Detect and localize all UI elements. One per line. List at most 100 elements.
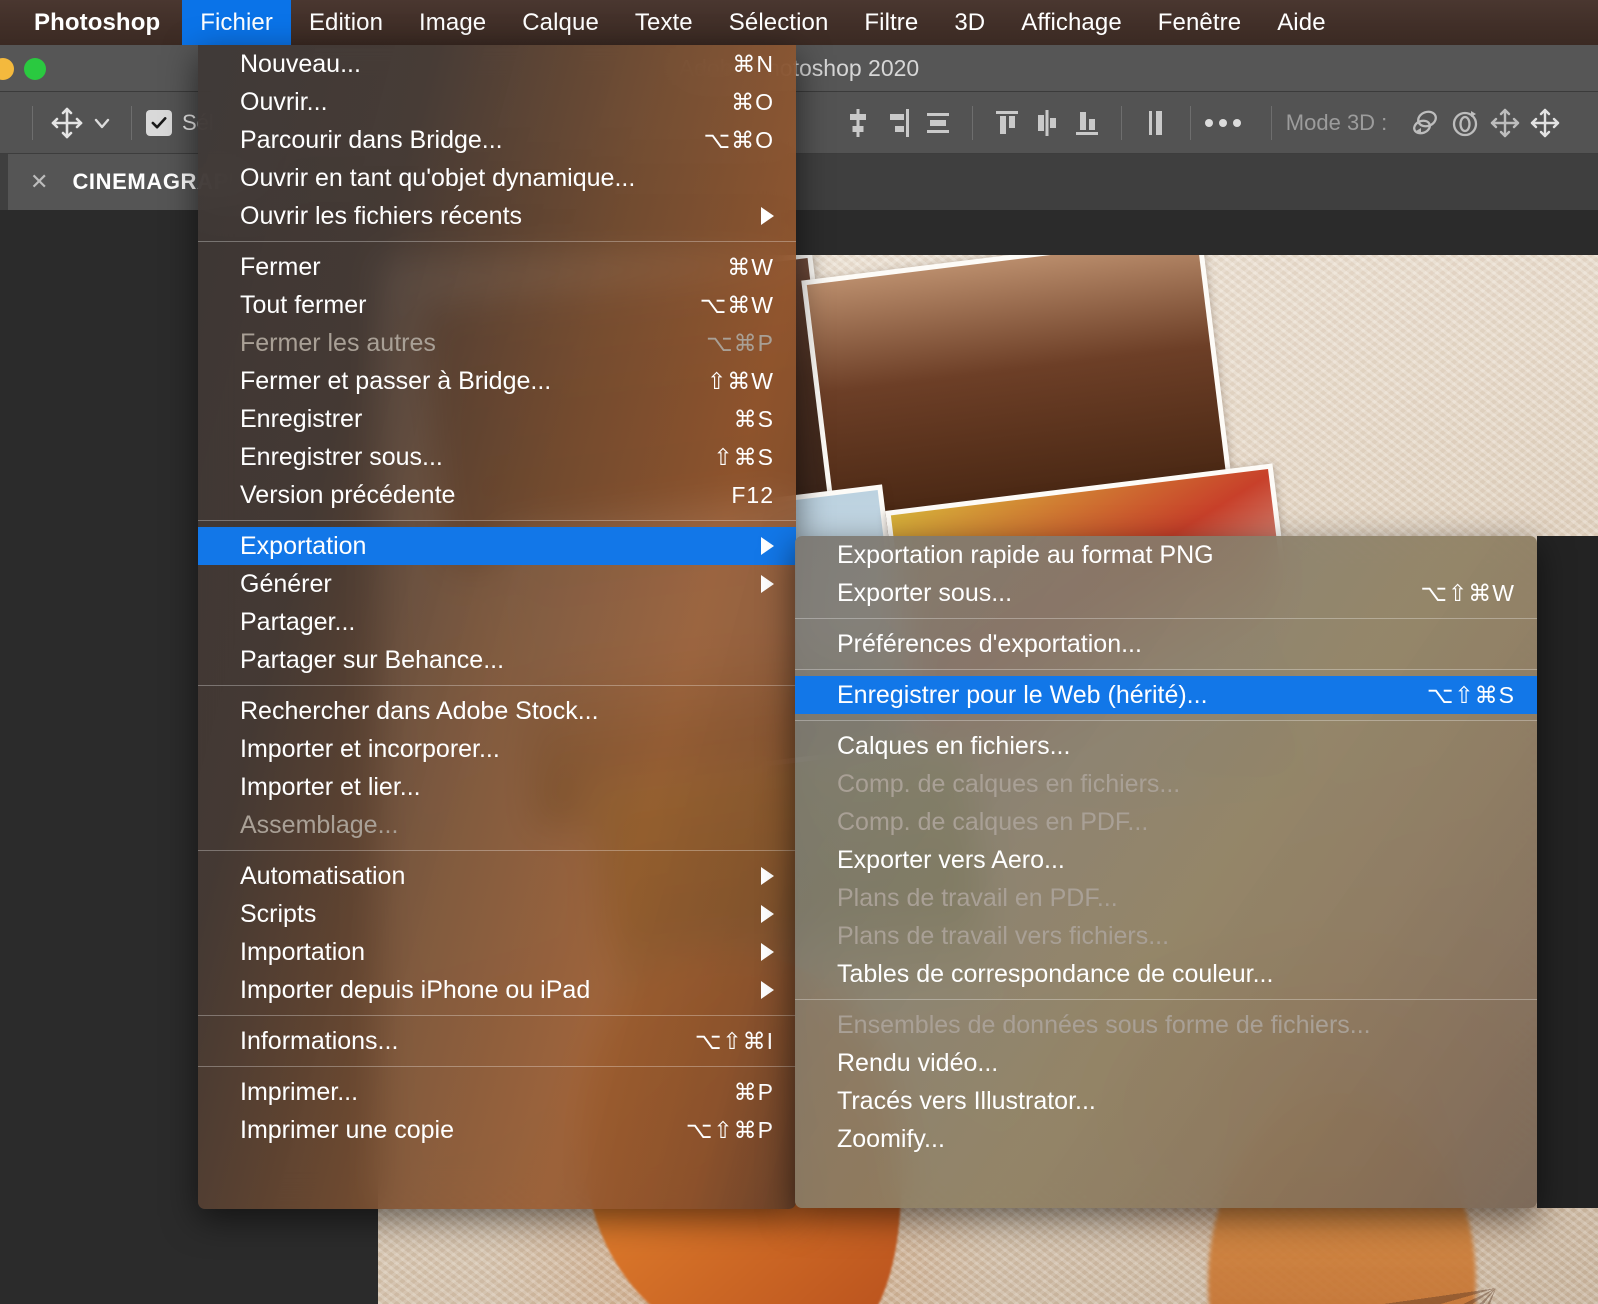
menu-separator	[198, 520, 796, 521]
menu-item: Ensembles de données sous forme de fichi…	[795, 1006, 1537, 1044]
close-icon[interactable]: ✕	[30, 171, 48, 193]
menu-item[interactable]: Parcourir dans Bridge... ⌥⌘O	[198, 121, 796, 159]
menu-item[interactable]: Enregistrer sous... ⇧⌘S	[198, 438, 796, 476]
menu-item[interactable]: Importer et lier...	[198, 768, 796, 806]
menu-item[interactable]: Partager sur Behance...	[198, 641, 796, 679]
options-divider-5	[1189, 105, 1191, 140]
menu-item[interactable]: Exporter vers Aero...	[795, 841, 1537, 879]
slide-3d-icon[interactable]	[1525, 103, 1565, 143]
menubar-item-edition[interactable]: Edition	[291, 0, 401, 45]
menu-item-shortcut: ⌘W	[727, 253, 774, 280]
menu-item[interactable]: Rechercher dans Adobe Stock...	[198, 692, 796, 730]
menu-item[interactable]: Enregistrer pour le Web (hérité)... ⌥⇧⌘S	[795, 676, 1537, 714]
menu-item[interactable]: Partager...	[198, 603, 796, 641]
menubar-item-photoshop[interactable]: Photoshop	[0, 0, 182, 45]
menu-item[interactable]: Tables de correspondance de couleur...	[795, 955, 1537, 993]
menu-item[interactable]: Exporter sous... ⌥⇧⌘W	[795, 574, 1537, 612]
align-bottom-icon[interactable]	[1067, 103, 1107, 143]
menubar-item-fichier[interactable]: Fichier	[182, 0, 291, 45]
menu-item[interactable]: Générer	[198, 565, 796, 603]
menu-item[interactable]: Rendu vidéo...	[795, 1044, 1537, 1082]
align-right-icon[interactable]	[878, 103, 918, 143]
menu-item-label: Rechercher dans Adobe Stock...	[240, 696, 599, 725]
menubar-item-affichage[interactable]: Affichage	[1003, 0, 1140, 45]
submenu-arrow-icon	[761, 207, 774, 225]
menu-item[interactable]: Zoomify...	[795, 1120, 1537, 1158]
menu-item[interactable]: Exportation	[198, 527, 796, 565]
submenu-arrow-icon	[761, 537, 774, 555]
file-menu-dropdown[interactable]: Nouveau... ⌘N Ouvrir... ⌘O Parcourir dans Br…	[198, 45, 796, 1209]
auto-select-checkbox[interactable]	[146, 109, 172, 136]
menu-item-shortcut: ⌥⌘W	[699, 291, 774, 318]
menubar-item-fenetre[interactable]: Fenêtre	[1140, 0, 1259, 45]
menu-item-label: Assemblage...	[240, 810, 399, 839]
menu-item-label: Rendu vidéo...	[837, 1048, 999, 1077]
submenu-arrow-icon	[761, 981, 774, 999]
menu-item[interactable]: Informations... ⌥⇧⌘I	[198, 1022, 796, 1060]
menu-separator	[795, 720, 1537, 721]
menu-item-shortcut: ⌥⌘O	[703, 126, 774, 153]
menu-item[interactable]: Fermer et passer à Bridge... ⇧⌘W	[198, 362, 796, 400]
menu-item[interactable]: Version précédente F12	[198, 476, 796, 514]
menu-item-shortcut: ⇧⌘W	[707, 367, 774, 394]
chevron-down-icon[interactable]	[87, 103, 117, 143]
menu-item-shortcut: ⌘P	[733, 1078, 774, 1105]
menu-item[interactable]: Ouvrir... ⌘O	[198, 83, 796, 121]
menu-separator	[198, 850, 796, 851]
menubar-item-image[interactable]: Image	[401, 0, 504, 45]
menubar-item-aide[interactable]: Aide	[1259, 0, 1343, 45]
menu-item-shortcut: ⌥⇧⌘I	[694, 1027, 774, 1054]
menu-item[interactable]: Ouvrir en tant qu'objet dynamique...	[198, 159, 796, 197]
menu-item-label: Imprimer une copie	[240, 1115, 454, 1144]
menu-item[interactable]: Imprimer... ⌘P	[198, 1073, 796, 1111]
rotate-3d-icon[interactable]	[1405, 103, 1445, 143]
submenu-arrow-icon	[761, 943, 774, 961]
menu-item[interactable]: Nouveau... ⌘N	[198, 45, 796, 83]
more-options-icon[interactable]	[1204, 118, 1241, 127]
menu-item[interactable]: Importer et incorporer...	[198, 730, 796, 768]
menu-item[interactable]: Ouvrir les fichiers récents	[198, 197, 796, 235]
menubar-item-calque[interactable]: Calque	[504, 0, 617, 45]
menu-item[interactable]: Enregistrer ⌘S	[198, 400, 796, 438]
menu-item-label: Importation	[240, 937, 366, 966]
menu-item[interactable]: Tout fermer ⌥⌘W	[198, 286, 796, 324]
roll-3d-icon[interactable]	[1445, 103, 1485, 143]
menu-item-label: Imprimer...	[240, 1077, 359, 1106]
align-vertical-center-icon[interactable]	[838, 103, 878, 143]
menu-item[interactable]: Imprimer une copie ⌥⇧⌘P	[198, 1111, 796, 1149]
menubar-item-3d[interactable]: 3D	[936, 0, 1003, 45]
menubar-item-filtre[interactable]: Filtre	[846, 0, 936, 45]
options-divider-2	[131, 105, 132, 140]
menu-item[interactable]: Préférences d'exportation...	[795, 625, 1537, 663]
menu-item[interactable]: Importer depuis iPhone ou iPad	[198, 971, 796, 1009]
menu-item-label: Ouvrir en tant qu'objet dynamique...	[240, 163, 636, 192]
menu-item-shortcut: ⌥⇧⌘P	[685, 1116, 774, 1143]
menu-item[interactable]: Exportation rapide au format PNG	[795, 536, 1537, 574]
menu-item-shortcut: ⌘N	[732, 50, 774, 77]
align-top-icon[interactable]	[987, 103, 1027, 143]
menu-item: Assemblage...	[198, 806, 796, 844]
menu-item[interactable]: Calques en fichiers...	[795, 727, 1537, 765]
menu-item[interactable]: Fermer ⌘W	[198, 248, 796, 286]
distribute-vertical-icon[interactable]	[1136, 103, 1176, 143]
menu-item-label: Exportation rapide au format PNG	[837, 540, 1214, 569]
pan-3d-icon[interactable]	[1485, 103, 1525, 143]
menu-item[interactable]: Tracés vers Illustrator...	[795, 1082, 1537, 1120]
align-horizontal-center-icon[interactable]	[1027, 103, 1067, 143]
menu-bar[interactable]: Photoshop Fichier Edition Image Calque T…	[0, 0, 1598, 45]
menu-item-label: Version précédente	[240, 480, 456, 509]
menu-item[interactable]: Scripts	[198, 895, 796, 933]
menu-item-shortcut: ⌥⇧⌘S	[1426, 681, 1515, 708]
menu-item[interactable]: Importation	[198, 933, 796, 971]
menubar-item-texte[interactable]: Texte	[617, 0, 711, 45]
submenu-arrow-icon	[761, 867, 774, 885]
menu-separator	[198, 1066, 796, 1067]
menu-item[interactable]: Automatisation	[198, 857, 796, 895]
move-tool-icon[interactable]	[47, 103, 87, 143]
menubar-item-selection[interactable]: Sélection	[711, 0, 847, 45]
submenu-arrow-icon	[761, 575, 774, 593]
distribute-horizontal-center-icon[interactable]	[918, 103, 958, 143]
menu-separator	[198, 241, 796, 242]
export-submenu[interactable]: Exportation rapide au format PNG Exporter…	[795, 536, 1537, 1208]
menu-item-shortcut: ⌥⌘P	[706, 329, 774, 356]
